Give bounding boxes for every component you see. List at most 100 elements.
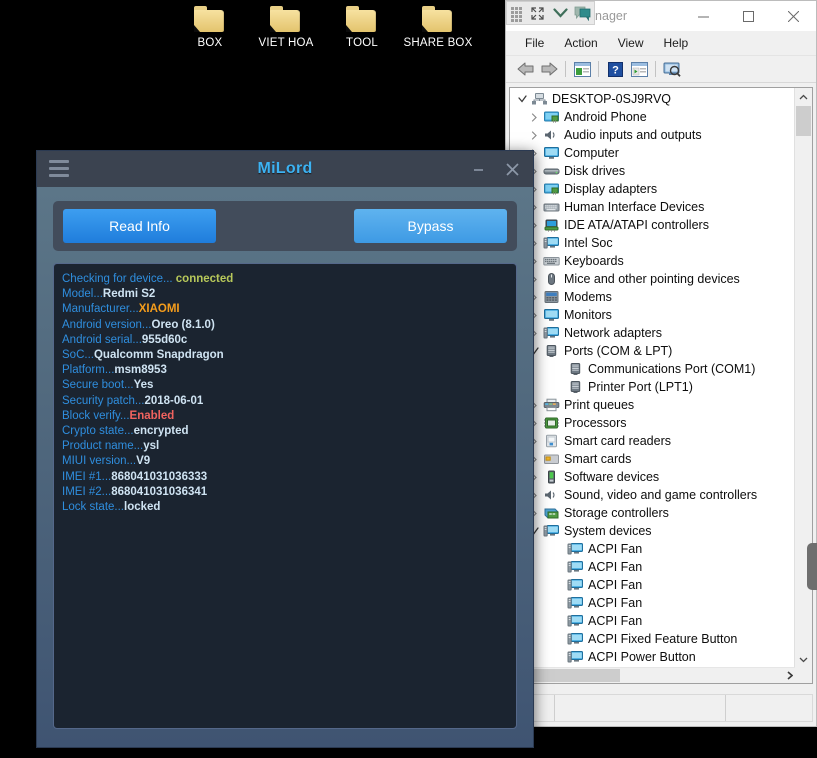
tree-twisty-spacer (550, 630, 566, 648)
chat-bubble-icon[interactable] (572, 2, 594, 24)
desktop-icon-group: BOX VIET HOA TOOL SHARE BOX (170, 0, 510, 70)
tree-item[interactable]: ACPI Fixed Feature Button (510, 630, 795, 648)
tree-item-label: ACPI Fan (588, 542, 643, 556)
device-tree[interactable]: DESKTOP-0SJ9RVQ Android Phone Audio inputs… (510, 88, 795, 668)
tree-item[interactable]: Keyboards (510, 252, 795, 270)
tree-item[interactable]: Communications Port (COM1) (510, 360, 795, 378)
hamburger-icon[interactable] (49, 160, 69, 177)
tree-item[interactable]: Smart cards (510, 450, 795, 468)
milord-title-bar[interactable]: MiLord (37, 151, 533, 187)
tree-item-label: Network adapters (564, 326, 662, 340)
tree-item[interactable]: Smart card readers (510, 432, 795, 450)
tree-item[interactable]: Intel Soc (510, 234, 795, 252)
chevron-right-icon[interactable] (526, 108, 542, 126)
close-icon[interactable] (495, 151, 529, 187)
tree-item[interactable]: Computer (510, 144, 795, 162)
menu-item-file[interactable]: File (515, 33, 554, 53)
tree-item[interactable]: ACPI Power Button (510, 648, 795, 666)
scrollbar-corner (795, 668, 812, 683)
minimize-icon[interactable] (461, 151, 495, 187)
log-line-key: IMEI #2... (62, 485, 112, 498)
back-icon[interactable] (513, 58, 537, 80)
chevron-right-icon[interactable] (526, 126, 542, 144)
device-manager-window-controls (681, 1, 816, 31)
screen-share-overlay-toolbar[interactable] (506, 1, 595, 25)
scroll-up-icon[interactable] (795, 88, 812, 105)
tree-item[interactable]: Android Phone (510, 108, 795, 126)
log-line-value: Redmi S2 (102, 288, 156, 301)
tree-item[interactable]: Printer Port (LPT1) (510, 378, 795, 396)
help-icon[interactable]: ? (603, 58, 627, 80)
tree-item[interactable]: Software devices (510, 468, 795, 486)
read-info-button[interactable]: Read Info (63, 209, 216, 243)
tree-item[interactable]: Display adapters (510, 180, 795, 198)
log-line: Android serial...955d60c (62, 333, 510, 348)
modem-icon (542, 289, 560, 305)
log-line-value: XIAOMI (138, 303, 180, 316)
log-line: SoC...Qualcomm Snapdragon (62, 348, 510, 363)
tree-item[interactable]: ACPI Fan (510, 612, 795, 630)
tree-item[interactable]: DESKTOP-0SJ9RVQ (510, 90, 795, 108)
milord-log-output[interactable]: Checking for device... connected Model...… (53, 263, 517, 729)
scroll-down-icon[interactable] (795, 651, 812, 668)
log-line: Product name...ysl (62, 439, 510, 454)
mouse-icon (542, 271, 560, 287)
desktop-icon-box[interactable]: BOX (170, 6, 250, 50)
tree-item[interactable]: Human Interface Devices (510, 198, 795, 216)
tree-item[interactable]: IDE ATA/ATAPI controllers (510, 216, 795, 234)
chevron-down-icon[interactable] (514, 90, 530, 108)
tree-item[interactable]: ACPI Fan (510, 540, 795, 558)
tree-item[interactable]: System devices (510, 522, 795, 540)
tree-item[interactable]: Audio inputs and outputs (510, 126, 795, 144)
tree-item[interactable]: Disk drives (510, 162, 795, 180)
tree-item[interactable]: Monitors (510, 306, 795, 324)
smartcard-reader-icon (542, 433, 560, 449)
minimize-icon[interactable] (681, 1, 726, 31)
tree-item[interactable]: Sound, video and game controllers (510, 486, 795, 504)
tree-item[interactable]: ACPI Fan (510, 576, 795, 594)
update-driver-icon[interactable] (627, 58, 651, 80)
close-icon[interactable] (771, 1, 816, 31)
scroll-right-icon[interactable] (787, 668, 793, 683)
log-line: Secure boot...Yes (62, 378, 510, 393)
menu-item-help[interactable]: Help (654, 33, 699, 53)
tree-item[interactable]: Storage controllers (510, 504, 795, 522)
tree-twisty-spacer (550, 378, 566, 396)
tree-item[interactable]: ACPI Fan (510, 558, 795, 576)
fullscreen-icon[interactable] (527, 2, 549, 24)
tree-item-label: Audio inputs and outputs (564, 128, 702, 142)
tree-item[interactable]: Ports (COM & LPT) (510, 342, 795, 360)
vertical-scroll-thumb[interactable] (796, 106, 811, 136)
drag-handle-icon[interactable] (507, 2, 527, 24)
desktop-icon-viet-hoa[interactable]: VIET HOA (246, 6, 326, 50)
tree-item[interactable]: Mice and other pointing devices (510, 270, 795, 288)
maximize-icon[interactable] (726, 1, 771, 31)
port-icon (566, 379, 584, 395)
tree-horizontal-scrollbar[interactable] (510, 667, 795, 683)
speaker-icon (542, 487, 560, 503)
system-icon (566, 559, 584, 575)
menu-item-view[interactable]: View (608, 33, 654, 53)
scan-hardware-icon[interactable] (660, 58, 684, 80)
monitor-icon (542, 145, 560, 161)
tree-item[interactable]: Print queues (510, 396, 795, 414)
tree-item[interactable]: Network adapters (510, 324, 795, 342)
bypass-button[interactable]: Bypass (354, 209, 507, 243)
desktop-icon-share-box[interactable]: SHARE BOX (398, 6, 478, 50)
milord-window-controls (461, 151, 529, 187)
desktop-icon-tool[interactable]: TOOL (322, 6, 402, 50)
chevron-down-icon[interactable] (549, 2, 571, 24)
tree-item[interactable]: Modems (510, 288, 795, 306)
tree-item-label: Storage controllers (564, 506, 669, 520)
printer-icon (542, 397, 560, 413)
speaker-icon (542, 127, 560, 143)
tree-item[interactable]: ACPI Fan (510, 594, 795, 612)
tree-item[interactable]: Processors (510, 414, 795, 432)
log-line: Security patch...2018-06-01 (62, 394, 510, 409)
menu-item-action[interactable]: Action (554, 33, 607, 53)
properties-icon[interactable] (570, 58, 594, 80)
forward-icon[interactable] (537, 58, 561, 80)
log-line-key: Manufacturer... (62, 303, 139, 316)
edge-scroll-handle[interactable] (807, 543, 817, 590)
toolbar-separator (565, 61, 566, 77)
